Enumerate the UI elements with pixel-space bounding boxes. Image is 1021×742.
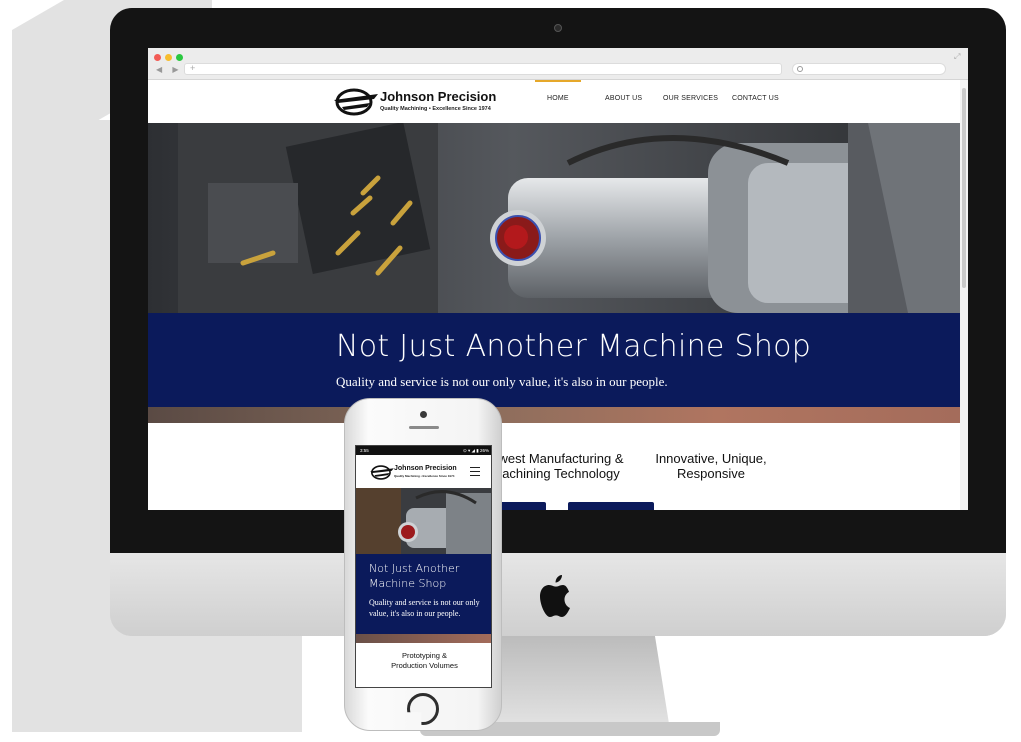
mobile-screen: 3:55 ⊙ ▾ ◢ ▮ 26% Johnson Precision Quali… xyxy=(355,445,492,688)
back-forward-arrows-icon[interactable]: ◀ ▶ xyxy=(156,65,183,74)
browser-toolbar: ◀ ▶ + ⤢ xyxy=(148,48,968,80)
feature-innovative: Innovative, Unique, Responsive xyxy=(655,451,767,481)
search-icon xyxy=(797,66,803,72)
hero-banner: Not Just Another Machine Shop Quality an… xyxy=(148,313,960,407)
mobile-hero: Not Just Another Machine Shop Quality an… xyxy=(356,488,491,643)
hero-machine-image xyxy=(148,123,960,313)
minimize-window-button[interactable] xyxy=(165,54,172,61)
desktop-screen: ◀ ▶ + ⤢ Johnson Precision Quality Machin… xyxy=(148,48,968,510)
camera-icon xyxy=(420,411,427,418)
logo-name: Johnson Precision xyxy=(380,89,497,104)
site-logo[interactable]: Johnson Precision Quality Machining • Ex… xyxy=(334,88,502,116)
hero-section: Not Just Another Machine Shop Quality an… xyxy=(148,123,960,423)
logo-name: Johnson Precision xyxy=(394,465,457,472)
mobile-logo[interactable]: Johnson Precision Quality Machining • Ex… xyxy=(370,465,470,481)
status-indicators: ⊙ ▾ ◢ ▮ 26% xyxy=(463,448,489,453)
nav-contact-us[interactable]: CONTACT US xyxy=(732,95,779,102)
mobile-hero-subtitle: Quality and service is not our only valu… xyxy=(369,598,480,618)
new-tab-icon[interactable]: + xyxy=(190,63,195,73)
menu-icon[interactable] xyxy=(470,467,480,476)
scrollbar-thumb[interactable] xyxy=(962,88,966,288)
address-bar[interactable]: + xyxy=(184,63,782,75)
nav-our-services[interactable]: OUR SERVICES xyxy=(663,95,718,102)
logo-tagline: Quality Machining • Excellence Since 197… xyxy=(380,106,491,112)
mobile-feature: Prototyping & Production Volumes xyxy=(391,651,458,670)
mobile-header: Johnson Precision Quality Machining • Ex… xyxy=(356,455,491,488)
feature-manufacturing: west Manufacturing & achining Technology xyxy=(498,451,624,481)
mobile-hero-image xyxy=(356,488,491,554)
mobile-hero-strip xyxy=(356,634,491,643)
home-button[interactable] xyxy=(407,693,439,725)
browser-search-input[interactable] xyxy=(792,63,946,75)
logo-tagline: Quality Machining • Excellence Since 197… xyxy=(394,474,455,478)
hero-image-strip xyxy=(148,407,960,423)
iphone-device: 3:55 ⊙ ▾ ◢ ▮ 26% Johnson Precision Quali… xyxy=(344,398,502,731)
fullscreen-icon[interactable]: ⤢ xyxy=(954,52,960,62)
mobile-status-bar: 3:55 ⊙ ▾ ◢ ▮ 26% xyxy=(356,446,491,455)
nav-about-us[interactable]: ABOUT US xyxy=(605,95,642,102)
hero-title: Not Just Another Machine Shop xyxy=(336,329,812,364)
hero-subtitle: Quality and service is not our only valu… xyxy=(336,374,668,389)
site-header: Johnson Precision Quality Machining • Ex… xyxy=(148,80,960,123)
maximize-window-button[interactable] xyxy=(176,54,183,61)
status-time: 3:55 xyxy=(360,448,369,453)
close-window-button[interactable] xyxy=(154,54,161,61)
nav-home[interactable]: HOME xyxy=(535,80,581,102)
logo-mark-icon xyxy=(334,88,378,116)
features-section: west Manufacturing & achining Technology… xyxy=(148,423,960,510)
mobile-hero-banner: Not Just Another Machine Shop Quality an… xyxy=(356,554,491,634)
mobile-hero-title: Not Just Another Machine Shop xyxy=(369,562,460,590)
phone-speaker xyxy=(409,426,439,429)
apple-logo-icon xyxy=(540,575,570,617)
logo-mark-icon xyxy=(370,465,394,480)
camera-icon xyxy=(554,24,562,32)
feature-button[interactable] xyxy=(568,502,654,510)
